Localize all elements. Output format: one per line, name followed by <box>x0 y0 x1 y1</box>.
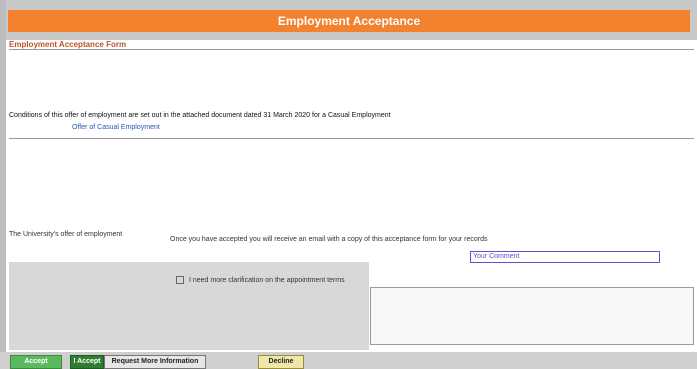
university-line: The University's offer of employment <box>9 231 123 238</box>
i-accept-button[interactable]: I Accept <box>70 355 104 369</box>
decline-button[interactable]: Decline <box>258 355 304 369</box>
offer-link[interactable]: Offer of Casual Employment <box>72 124 160 131</box>
request-more-info-button[interactable]: Request More Information <box>104 355 206 369</box>
comment-textarea[interactable] <box>370 287 694 345</box>
divider <box>9 49 694 50</box>
clarification-option[interactable]: I need more clarification on the appoint… <box>176 276 345 284</box>
conditions-line: Conditions of this offer of employment a… <box>9 112 391 119</box>
comment-label: Your Comment <box>470 251 660 263</box>
accept-button[interactable]: Accept <box>10 355 62 369</box>
divider <box>9 138 694 139</box>
clarification-label: I need more clarification on the appoint… <box>188 276 345 284</box>
page-title-text: Employment Acceptance <box>277 14 421 28</box>
clarification-checkbox[interactable] <box>176 276 184 284</box>
form-title: Employment Acceptance Form <box>9 40 127 49</box>
page-title: Employment Acceptance <box>8 10 690 32</box>
left-edge <box>0 0 6 369</box>
